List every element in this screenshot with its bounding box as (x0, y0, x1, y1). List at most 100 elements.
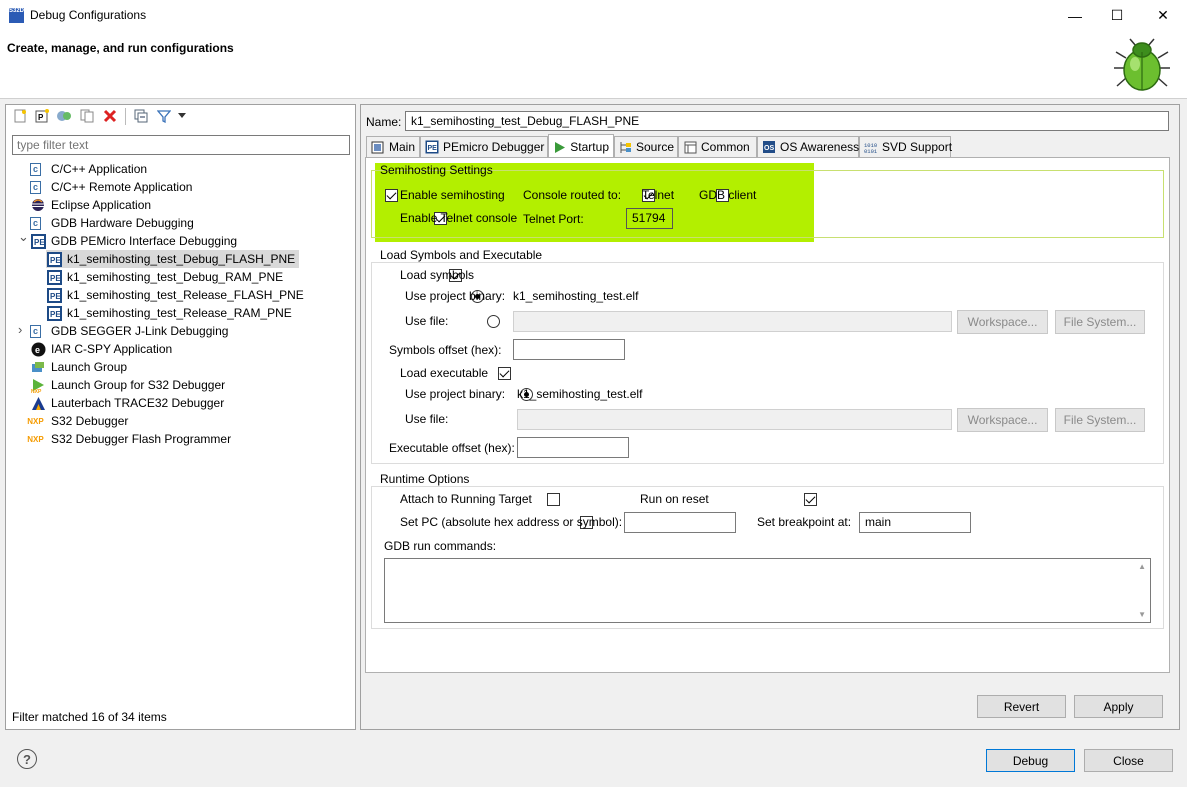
semihosting-group (371, 170, 1164, 238)
symbols-binary-name: k1_semihosting_test.elf (513, 289, 639, 303)
svg-text:e: e (35, 345, 40, 355)
set-pc-label: Set PC (absolute hex address or symbol): (400, 515, 623, 529)
load-executable-checkbox[interactable] (498, 367, 512, 380)
symbols-filesystem-button[interactable]: File System... (1055, 310, 1145, 334)
tab-pemicro-debugger[interactable]: PE PEmicro Debugger (420, 136, 548, 157)
attach-running-target-label: Attach to Running Target (400, 492, 532, 506)
expand-chevron-down-icon[interactable]: ⌄ (18, 229, 29, 245)
tree-item[interactable]: PE k1_semihosting_test_Debug_RAM_PNE (46, 268, 287, 286)
filter-status: Filter matched 16 of 34 items (12, 710, 167, 724)
scroll-up-icon[interactable]: ▲ (1138, 562, 1146, 571)
tab-common[interactable]: Common (678, 136, 757, 157)
tree-item[interactable]: ⌄ PE GDB PEMicro Interface Debugging (18, 229, 241, 250)
run-on-reset-label: Run on reset (640, 492, 709, 506)
tree-item[interactable]: PE k1_semihosting_test_Release_FLASH_PNE (46, 286, 308, 304)
run-on-reset-checkbox[interactable] (803, 493, 817, 506)
svg-text:0101: 0101 (864, 148, 878, 154)
expand-chevron-right-icon[interactable]: › (18, 322, 22, 337)
tree-item[interactable]: NXP S32 Debugger Flash Programmer (27, 430, 235, 448)
breakpoint-input[interactable]: main (859, 512, 971, 533)
filter-icon[interactable] (156, 108, 172, 124)
close-window-button[interactable]: ✕ (1140, 0, 1186, 31)
help-icon[interactable]: ? (17, 749, 37, 769)
pemicro-icon: PE (46, 269, 62, 285)
maximize-button[interactable]: ☐ (1094, 0, 1140, 31)
close-button[interactable]: Close (1084, 749, 1173, 772)
duplicate-icon[interactable] (79, 108, 95, 124)
startup-play-icon (553, 140, 566, 154)
config-name-field[interactable]: k1_semihosting_test_Debug_FLASH_PNE (405, 111, 1169, 131)
tree-item-label: GDB PEMicro Interface Debugging (51, 234, 238, 248)
tree-item[interactable]: c C/C++ Application (30, 160, 151, 178)
tree-item[interactable]: c GDB Hardware Debugging (30, 214, 198, 232)
os-awareness-icon: OS (762, 140, 776, 154)
tab-svd-support[interactable]: 1010 0101 SVD Support (859, 136, 952, 157)
tab-label: Common (701, 140, 750, 154)
tree-item-label: Eclipse Application (51, 198, 152, 212)
delete-icon[interactable] (102, 108, 118, 124)
telnet-port-input[interactable]: 51794 (626, 208, 673, 229)
tree-item[interactable]: PE k1_semihosting_test_Debug_FLASH_PNE (46, 250, 300, 268)
symbols-use-project-binary-label: Use project binary: (405, 289, 506, 303)
view-menu-chevron-down-icon[interactable] (176, 108, 188, 124)
tree-item[interactable]: NXP S32 Debugger (27, 412, 132, 430)
gdb-run-commands-textarea[interactable]: ▲ ▼ (384, 558, 1151, 623)
debug-button[interactable]: Debug (986, 749, 1075, 772)
filter-input[interactable] (12, 135, 350, 155)
symbols-file-path-input (513, 311, 952, 332)
name-label: Name: (366, 115, 402, 129)
tree-item[interactable]: PE k1_semihosting_test_Release_RAM_PNE (46, 304, 296, 322)
enable-semihosting-checkbox[interactable] (385, 189, 398, 202)
tree-item[interactable]: Eclipse Application (30, 196, 155, 214)
tree-item-label: k1_semihosting_test_Release_FLASH_PNE (67, 288, 304, 302)
executable-offset-input[interactable] (517, 437, 629, 458)
svg-text:PE: PE (50, 274, 61, 283)
collapse-all-icon[interactable] (133, 108, 149, 124)
export-icon[interactable] (56, 108, 72, 124)
tree-item[interactable]: NXP Launch Group for S32 Debugger (30, 376, 229, 394)
scroll-down-icon[interactable]: ▼ (1138, 610, 1146, 619)
tab-main[interactable]: Main (366, 136, 420, 157)
source-icon (619, 140, 632, 154)
svg-text:PE: PE (50, 310, 61, 319)
tree-item-label: C/C++ Application (51, 162, 148, 176)
revert-button[interactable]: Revert (977, 695, 1066, 718)
tab-source[interactable]: Source (614, 136, 678, 157)
tab-startup[interactable]: Startup (548, 134, 614, 157)
apply-button[interactable]: Apply (1074, 695, 1163, 718)
tab-label: OS Awareness (780, 140, 860, 154)
new-prototype-icon[interactable]: P (34, 108, 50, 124)
symbols-offset-input[interactable] (513, 339, 625, 360)
toolbar-separator (125, 108, 126, 125)
tree-item[interactable]: e IAR C-SPY Application (30, 340, 176, 358)
executable-offset-label: Executable offset (hex): (389, 441, 515, 455)
exec-workspace-button[interactable]: Workspace... (957, 408, 1048, 432)
common-icon (683, 140, 697, 154)
new-config-icon[interactable] (12, 108, 28, 124)
enable-semihosting-label: Enable semihosting (400, 188, 505, 202)
tree-item[interactable]: › c GDB SEGGER J-Link Debugging (18, 322, 232, 340)
semihosting-group-label: Semihosting Settings (380, 163, 493, 177)
minimize-button[interactable]: — (1052, 0, 1098, 31)
eclipse-icon (30, 197, 46, 213)
exec-use-project-binary-label: Use project binary: (405, 387, 506, 401)
exec-filesystem-button[interactable]: File System... (1055, 408, 1145, 432)
tree-item-label: S32 Debugger (51, 414, 129, 428)
svd-icon: 1010 0101 (864, 140, 878, 154)
bug-logo-icon (1114, 38, 1170, 91)
enable-telnet-console-label: Enable Telnet console (400, 211, 518, 225)
set-pc-input[interactable] (624, 512, 736, 533)
tree-item[interactable]: Launch Group (30, 358, 131, 376)
pemicro-icon: PE (425, 140, 439, 154)
tree-item-label: GDB SEGGER J-Link Debugging (51, 324, 229, 338)
window-title: Debug Configurations (30, 8, 147, 22)
tree-item-label: k1_semihosting_test_Debug_FLASH_PNE (67, 252, 296, 266)
attach-running-target-checkbox[interactable] (547, 493, 561, 506)
tree-item[interactable]: Lauterbach TRACE32 Debugger (30, 394, 228, 412)
symbols-use-file-radio[interactable] (487, 315, 501, 328)
tree-item[interactable]: c C/C++ Remote Application (30, 178, 196, 196)
symbols-use-file-label: Use file: (405, 314, 449, 328)
symbols-workspace-button[interactable]: Workspace... (957, 310, 1048, 334)
tab-os-awareness[interactable]: OS OS Awareness (757, 136, 859, 157)
tree-item-label: S32 Debugger Flash Programmer (51, 432, 232, 446)
